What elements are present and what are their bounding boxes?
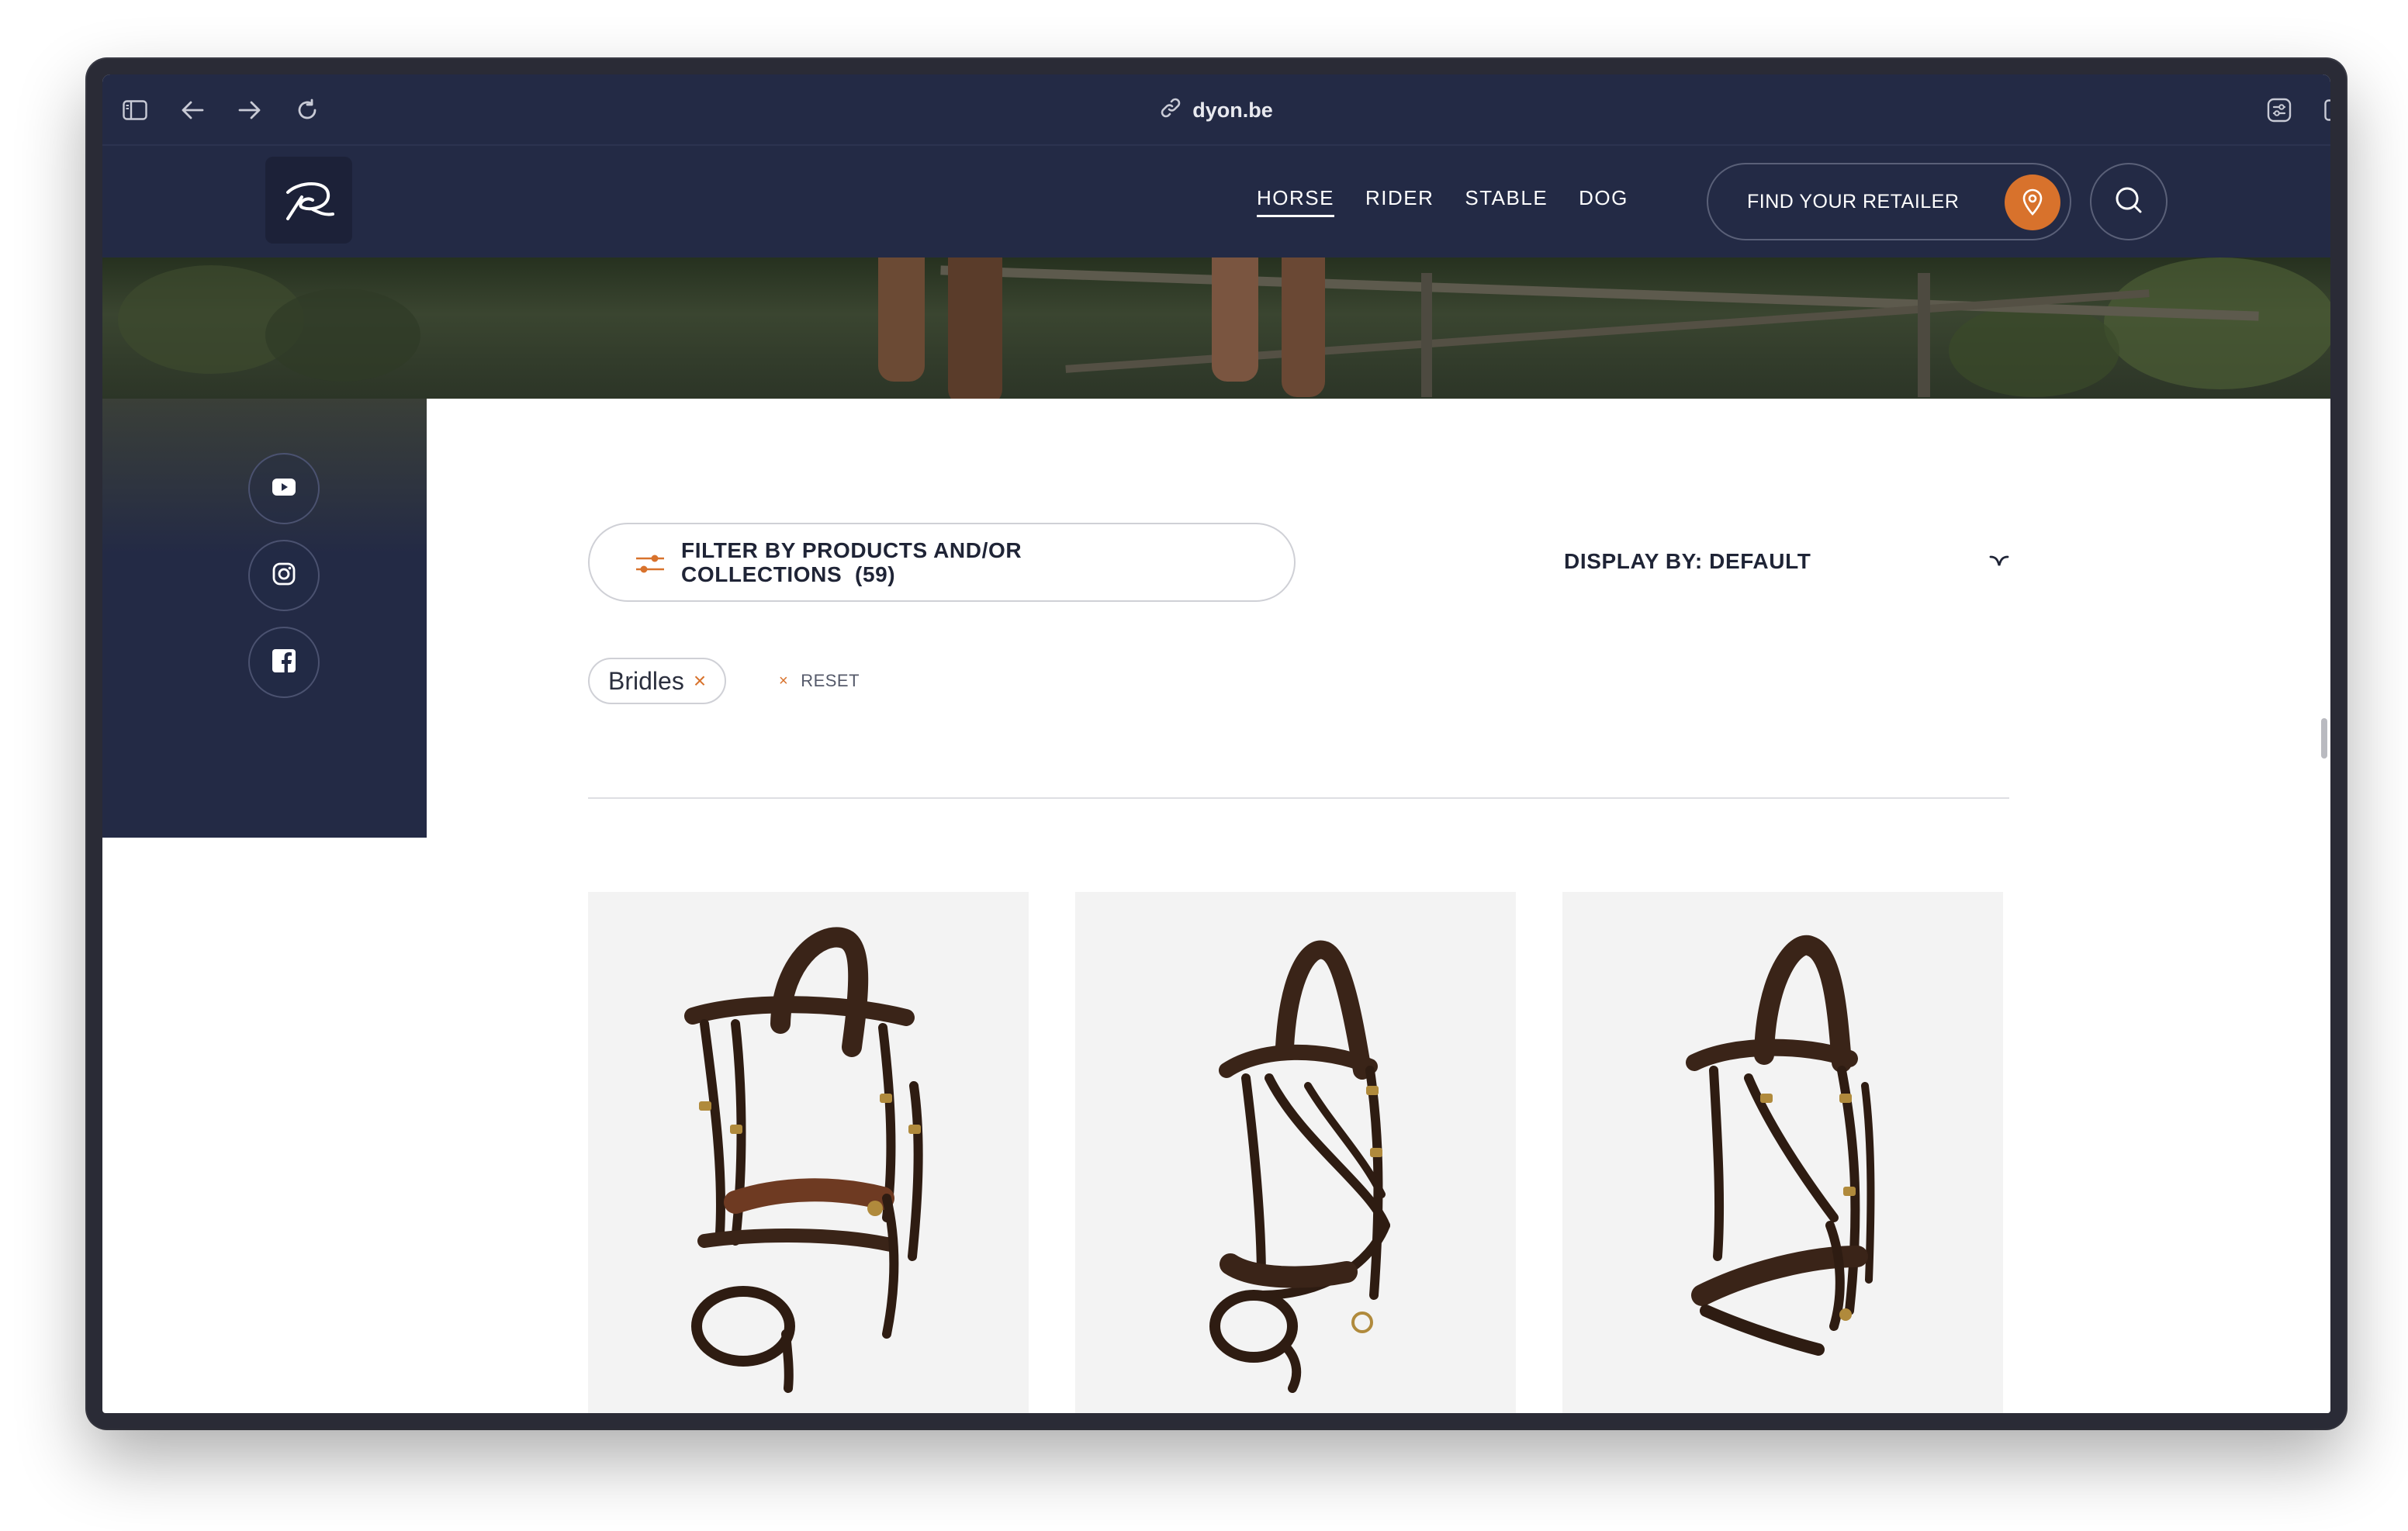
filter-button[interactable]: FILTER BY PRODUCTS AND/OR COLLECTIONS (5… bbox=[588, 523, 1296, 602]
display-by-label: DISPLAY BY: DEFAULT bbox=[1564, 549, 1811, 573]
active-filter-tag[interactable]: Bridles × bbox=[588, 658, 727, 704]
browser-toolbar: dyon.be bbox=[102, 74, 2330, 146]
product-card-3[interactable] bbox=[1562, 892, 2003, 1413]
dyon-logo-icon[interactable] bbox=[265, 157, 352, 244]
search-button[interactable] bbox=[2090, 163, 2168, 240]
display-by-dropdown[interactable]: DISPLAY BY: DEFAULT bbox=[1564, 546, 2009, 577]
bridle-product-3-image bbox=[1686, 935, 1875, 1356]
product-card-1[interactable] bbox=[588, 892, 1029, 1413]
url-text: dyon.be bbox=[1192, 98, 1273, 122]
search-icon bbox=[2114, 185, 2143, 219]
active-filter-label: Bridles bbox=[608, 666, 684, 695]
nav-dog[interactable]: DOG bbox=[1579, 186, 1628, 217]
filter-label: FILTER BY PRODUCTS AND/OR COLLECTIONS (5… bbox=[681, 538, 1022, 586]
facebook-icon bbox=[272, 648, 296, 676]
hero-image bbox=[102, 257, 2330, 399]
main-nav: HORSE RIDER STABLE DOG bbox=[1257, 146, 1628, 257]
split-view-icon[interactable] bbox=[2321, 95, 2330, 126]
address-bar[interactable]: dyon.be bbox=[102, 95, 2330, 126]
instagram-link[interactable] bbox=[248, 540, 320, 611]
youtube-link[interactable] bbox=[248, 453, 320, 524]
location-pin-icon bbox=[2005, 175, 2060, 230]
reset-label: RESET bbox=[801, 671, 860, 690]
site-header: HORSE RIDER STABLE DOG FIND YOUR RETAILE… bbox=[102, 146, 2330, 257]
find-retailer-button[interactable]: FIND YOUR RETAILER bbox=[1707, 163, 2071, 240]
extensions-icon[interactable] bbox=[2264, 95, 2295, 126]
bridle-product-1-image bbox=[684, 927, 923, 1393]
filter-sliders-icon bbox=[635, 552, 666, 580]
reset-filters-button[interactable]: × RESET bbox=[779, 669, 860, 693]
divider bbox=[588, 797, 2009, 799]
scrollbar-thumb[interactable] bbox=[2321, 718, 2327, 759]
browser-viewport: dyon.be HORSE RIDER STABLE DOG FIND YOUR… bbox=[102, 74, 2330, 1413]
nav-rider[interactable]: RIDER bbox=[1365, 186, 1434, 217]
find-retailer-label: FIND YOUR RETAILER bbox=[1747, 190, 1960, 213]
product-card-2[interactable] bbox=[1075, 892, 1516, 1413]
side-panel bbox=[102, 399, 427, 838]
bridle-product-2-image bbox=[1209, 940, 1390, 1393]
chevron-down-icon bbox=[1989, 549, 2009, 574]
remove-filter-icon[interactable]: × bbox=[694, 669, 706, 693]
youtube-icon bbox=[272, 478, 296, 499]
reset-close-icon: × bbox=[779, 672, 789, 689]
nav-horse[interactable]: HORSE bbox=[1257, 186, 1334, 217]
instagram-icon bbox=[272, 562, 296, 589]
facebook-link[interactable] bbox=[248, 627, 320, 698]
nav-stable[interactable]: STABLE bbox=[1465, 186, 1548, 217]
main-content: FILTER BY PRODUCTS AND/OR COLLECTIONS (5… bbox=[427, 399, 2330, 1413]
browser-window: dyon.be HORSE RIDER STABLE DOG FIND YOUR… bbox=[87, 59, 2346, 1429]
link-icon bbox=[1160, 97, 1182, 124]
